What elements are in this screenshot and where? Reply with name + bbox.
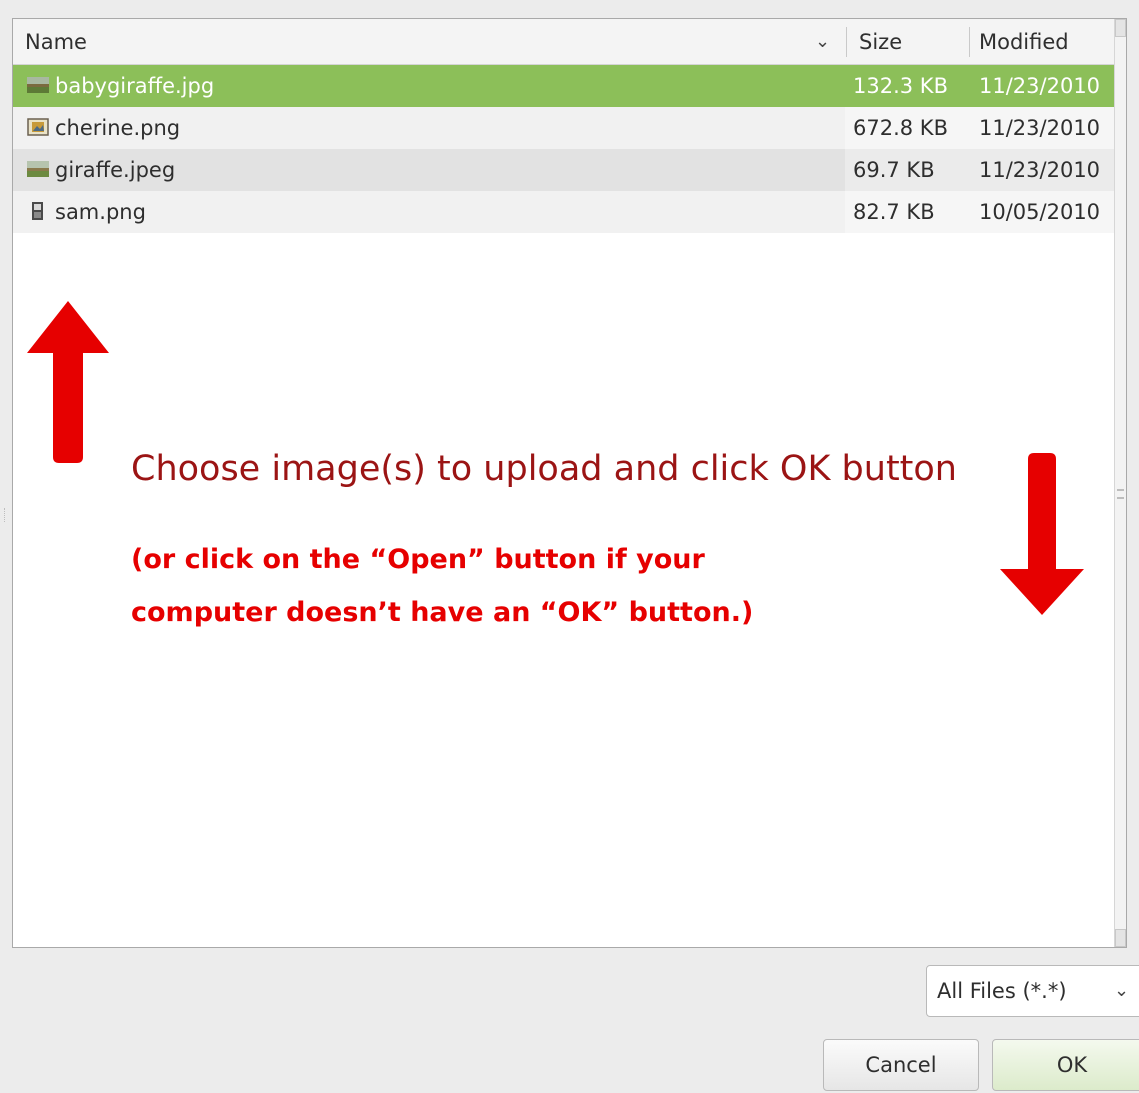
scroll-up-arrow[interactable]: [1115, 19, 1126, 37]
vertical-scrollbar[interactable]: [1114, 19, 1126, 947]
landscape-image-icon: [27, 161, 49, 177]
scroll-grip[interactable]: [1117, 489, 1124, 499]
file-name: babygiraffe.jpg: [55, 74, 215, 98]
file-name: sam.png: [55, 200, 146, 224]
ok-button[interactable]: OK: [992, 1039, 1139, 1091]
file-rows: babygiraffe.jpg 132.3 KB 11/23/2010 cher…: [13, 65, 1114, 233]
filter-value: All Files (*.*): [937, 979, 1067, 1003]
file-modified: 10/05/2010: [975, 191, 1114, 233]
scroll-down-arrow[interactable]: [1115, 929, 1126, 947]
chevron-down-icon[interactable]: ⌄: [815, 19, 830, 65]
note-line-1: (or click on the “Open” button if your: [131, 544, 705, 575]
column-divider[interactable]: [846, 27, 847, 57]
picture-frame-icon: [27, 118, 49, 136]
file-type-filter[interactable]: All Files (*.*) ⌄: [926, 965, 1139, 1017]
chevron-down-icon: ⌄: [1114, 980, 1130, 1001]
file-name-cell: giraffe.jpeg: [13, 149, 845, 191]
file-modified: 11/23/2010: [975, 65, 1114, 107]
file-name: cherine.png: [55, 116, 181, 140]
file-size: 132.3 KB: [845, 65, 975, 107]
file-name-cell: cherine.png: [13, 107, 845, 149]
file-open-dialog: Name ⌄ Size Modified babygiraffe.jpg 132…: [0, 0, 1139, 1093]
file-row[interactable]: babygiraffe.jpg 132.3 KB 11/23/2010: [13, 65, 1114, 107]
column-divider[interactable]: [969, 27, 970, 57]
file-row[interactable]: giraffe.jpeg 69.7 KB 11/23/2010: [13, 149, 1114, 191]
landscape-image-icon: [27, 77, 49, 93]
up-arrow-annotation: [27, 301, 109, 463]
column-header-modified[interactable]: Modified: [979, 19, 1109, 65]
file-name-cell: babygiraffe.jpg: [13, 65, 845, 107]
down-arrow-annotation: [1000, 453, 1084, 615]
file-modified: 11/23/2010: [975, 149, 1114, 191]
resize-grip[interactable]: [4, 508, 8, 522]
file-row[interactable]: sam.png 82.7 KB 10/05/2010: [13, 191, 1114, 233]
column-header-name[interactable]: Name: [25, 19, 845, 65]
cancel-button[interactable]: Cancel: [823, 1039, 979, 1091]
portrait-image-icon: [32, 202, 43, 220]
note-line-2: computer doesn’t have an “OK” button.): [131, 597, 754, 628]
column-header-size[interactable]: Size: [859, 19, 969, 65]
file-row[interactable]: cherine.png 672.8 KB 11/23/2010: [13, 107, 1114, 149]
file-name: giraffe.jpeg: [55, 158, 176, 182]
file-list[interactable]: Name ⌄ Size Modified babygiraffe.jpg 132…: [12, 18, 1127, 948]
file-size: 672.8 KB: [845, 107, 975, 149]
file-size: 69.7 KB: [845, 149, 975, 191]
file-list-header: Name ⌄ Size Modified: [13, 19, 1114, 65]
instruction-text: Choose image(s) to upload and click OK b…: [131, 449, 957, 489]
file-size: 82.7 KB: [845, 191, 975, 233]
file-modified: 11/23/2010: [975, 107, 1114, 149]
file-name-cell: sam.png: [13, 191, 845, 233]
